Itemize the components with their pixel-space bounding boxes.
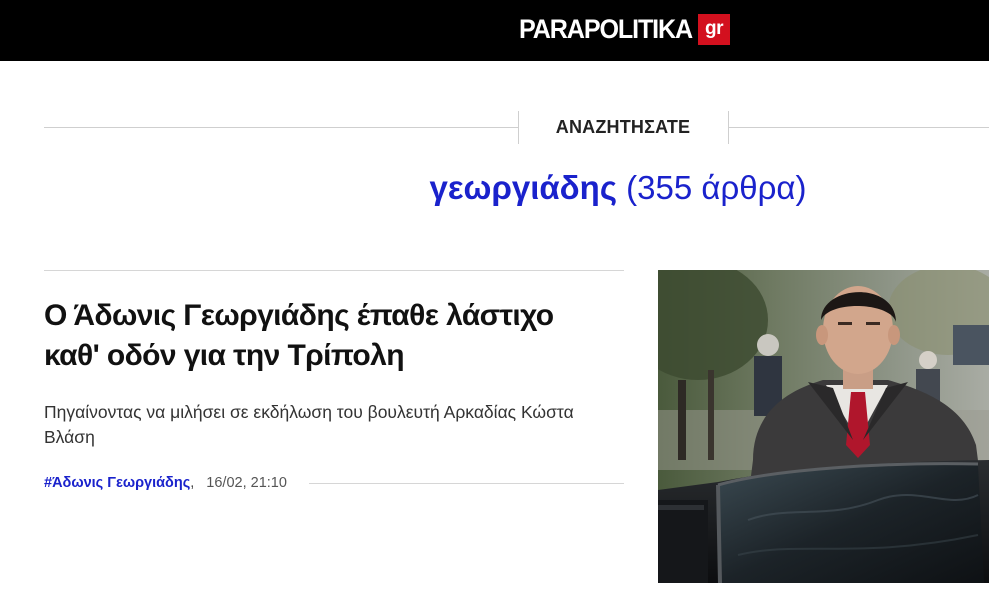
site-header: PARAPOLITIKA gr <box>0 0 989 61</box>
meta-divider <box>308 482 624 484</box>
article-datetime: 16/02, 21:10 <box>206 475 287 491</box>
search-query-summary: γεωργιάδης (355 άρθρα) <box>0 167 989 209</box>
article-subtitle: Πηγαίνοντας να μιλήσει σε εκδήλωση του β… <box>44 402 574 447</box>
article-meta: #Άδωνις Γεωργιάδης , 16/02, 21:10 <box>44 473 624 493</box>
divider-right <box>729 127 989 128</box>
search-results-heading: ΑΝΑΖΗΤΗΣΑΤΕ <box>44 111 989 145</box>
site-logo[interactable]: PARAPOLITIKA gr <box>519 12 730 46</box>
logo-badge: gr <box>698 14 730 45</box>
search-query-term: γεωργιάδης <box>429 169 617 206</box>
article-tag-link[interactable]: #Άδωνις Γεωργιάδης <box>44 475 190 491</box>
logo-text: PARAPOLITIKA <box>519 14 693 44</box>
article-title-link[interactable]: Ο Άδωνις Γεωργιάδης έπαθε λάστιχο καθ' ο… <box>44 296 604 376</box>
search-result-count: (355 άρθρα) <box>626 169 807 206</box>
article-photo <box>658 270 989 583</box>
article-card: Ο Άδωνις Γεωργιάδης έπαθε λάστιχο καθ' ο… <box>44 270 989 585</box>
search-label: ΑΝΑΖΗΤΗΣΑΤΕ <box>555 117 691 137</box>
article-image-link[interactable] <box>658 270 989 583</box>
meta-separator: , <box>190 475 195 491</box>
divider-left <box>44 127 518 128</box>
article-divider <box>44 270 624 271</box>
